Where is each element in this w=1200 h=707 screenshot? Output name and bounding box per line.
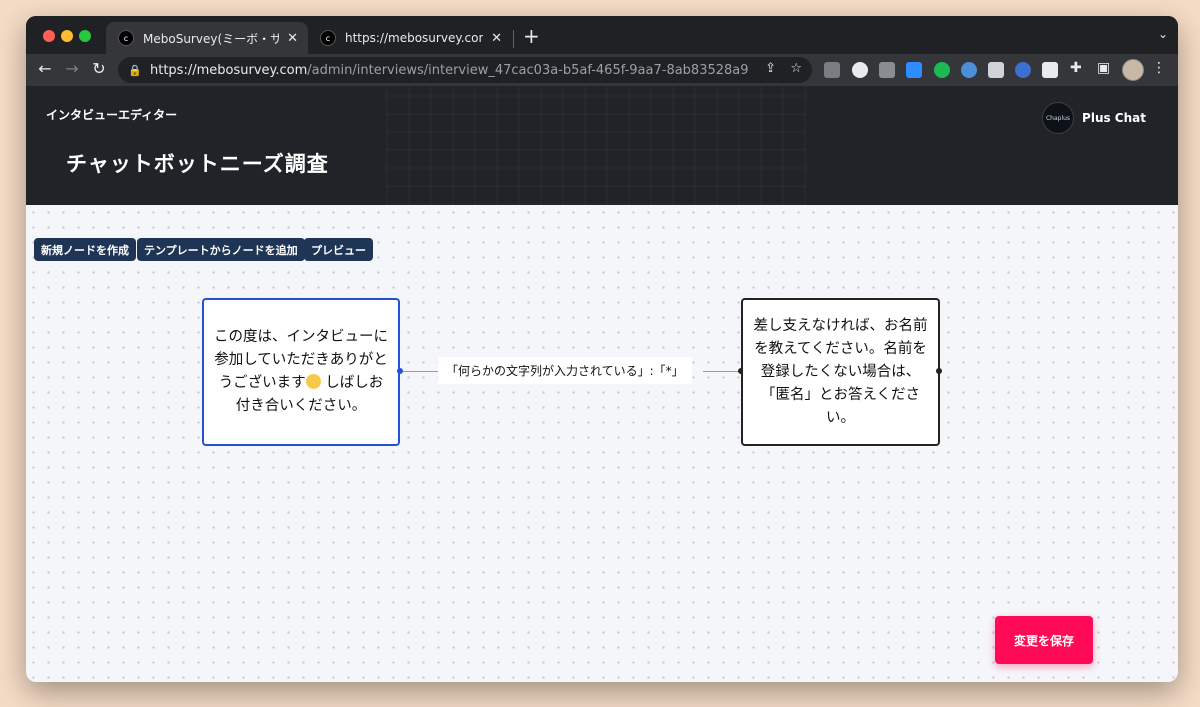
sidebar-icon[interactable]: ▣ [1097,60,1110,76]
tab-strip: c MeboSurvey(ミーボ・サーベイ) ✕ c https://mebos… [26,16,1178,54]
close-window-button[interactable] [43,30,55,42]
tab-mebosurvey[interactable]: c MeboSurvey(ミーボ・サーベイ) ✕ [106,22,308,54]
forward-icon[interactable]: → [61,59,83,78]
preview-button[interactable]: プレビュー [304,238,373,261]
node-source-handle[interactable] [936,368,942,374]
browser-window: c MeboSurvey(ミーボ・サーベイ) ✕ c https://mebos… [26,16,1178,682]
browser-toolbar: ← → ↻ 🔒 https://mebosurvey.com/admin/int… [26,54,1178,86]
edge-line [403,371,439,372]
maximize-window-button[interactable] [79,30,91,42]
edge-line [703,371,740,372]
menu-icon[interactable]: ⋮ [1152,60,1166,76]
tab-title: https://mebosurvey.com/admin [345,31,483,45]
editor-label: インタビューエディター [46,108,178,122]
back-icon[interactable]: ← [34,59,56,78]
header-decoration [386,86,806,205]
notion-extension-icon[interactable] [1042,62,1058,78]
new-node-button[interactable]: 新規ノードを作成 [34,238,136,261]
tab-separator [513,30,514,48]
share-icon[interactable]: ⇪ [765,61,776,76]
smile-emoji-icon [305,374,321,389]
shield-extension-icon[interactable] [1015,62,1031,78]
target-extension-icon[interactable] [961,62,977,78]
lock-icon: 🔒 [128,63,142,77]
brand[interactable]: Chaplus Plus Chat [1042,102,1146,134]
document-extension-icon[interactable] [988,62,1004,78]
brand-name: Plus Chat [1082,111,1146,125]
chat-extension-icon[interactable] [824,62,840,78]
circle-extension-icon[interactable] [852,62,868,78]
flow-node-name-question[interactable]: 差し支えなければ、お名前を教えてください。名前を登録したくない場合は、「匿名」と… [741,298,940,446]
node-text: 差し支えなければ、お名前を教えてください。名前を登録したくない場合は、「匿名」と… [753,317,928,426]
close-icon[interactable]: ✕ [287,31,298,46]
page-title: チャットボットニーズ調査 [66,152,329,176]
chevron-down-icon[interactable]: ⌄ [1158,27,1168,41]
page-content: インタビューエディター チャットボットニーズ調査 Chaplus Plus Ch… [26,86,1178,682]
page-header: インタビューエディター チャットボットニーズ調査 Chaplus Plus Ch… [26,86,1178,205]
star-icon[interactable]: ☆ [790,61,802,76]
edge-label[interactable]: 「何らかの文字列が入力されている」:「*」 [438,357,692,384]
flow-node-welcome[interactable]: この度は、インタビューに参加していただきありがとうございます しばしお付き合いく… [202,298,400,446]
url-text[interactable]: https://mebosurvey.com/admin/interviews/… [150,63,750,78]
bubble-extension-icon[interactable] [934,62,950,78]
favicon-icon: c [320,30,336,46]
puzzle-icon[interactable]: ✚ [1070,60,1082,76]
facebook-extension-icon[interactable] [879,62,895,78]
node-text: この度は、インタビューに参加していただきありがとうございます しばしお付き合いく… [214,329,388,414]
address-bar[interactable]: 🔒 https://mebosurvey.com/admin/interview… [118,57,812,83]
add-from-template-button[interactable]: テンプレートからノードを追加 [137,238,305,261]
flow-canvas[interactable]: 新規ノードを作成 テンプレートからノードを追加 プレビュー この度は、インタビュ… [26,205,1178,682]
tab-admin-url[interactable]: c https://mebosurvey.com/admin ✕ [308,22,512,54]
brand-logo: Chaplus [1042,102,1075,134]
profile-avatar[interactable] [1122,59,1144,81]
reload-icon[interactable]: ↻ [88,59,110,78]
tab-title: MeboSurvey(ミーボ・サーベイ) [143,31,280,46]
favicon-icon: c [118,30,134,46]
zoom-extension-icon[interactable] [906,62,922,78]
close-icon[interactable]: ✕ [491,31,502,46]
minimize-window-button[interactable] [61,30,73,42]
save-changes-button[interactable]: 変更を保存 [995,616,1093,664]
new-tab-plus-icon[interactable]: + [523,25,540,47]
